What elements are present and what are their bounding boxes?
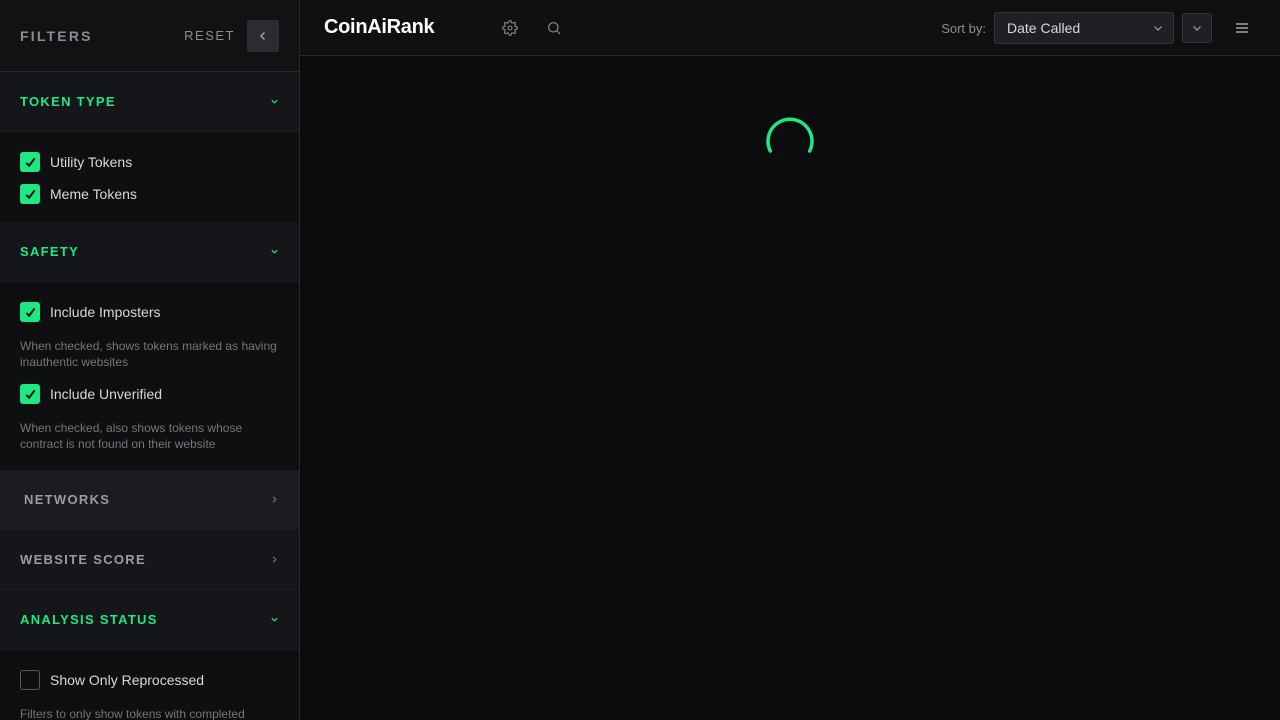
checkbox[interactable] — [20, 670, 40, 690]
section-token-type-body: Utility Tokens Meme Tokens — [0, 132, 299, 222]
chevron-down-icon — [271, 99, 278, 104]
section-networks-label: NETWORKS — [24, 492, 111, 507]
section-safety-body: Include Imposters When checked, shows to… — [0, 282, 299, 470]
sort-select[interactable]: Date Called — [994, 12, 1174, 44]
section-analysis-status-label: ANALYSIS STATUS — [20, 612, 158, 627]
checkbox-label: Show Only Reprocessed — [50, 672, 205, 688]
checkbox-label: Utility Tokens — [50, 154, 133, 170]
reprocessed-hint: Filters to only show tokens with complet… — [20, 707, 245, 720]
section-token-type[interactable]: TOKEN TYPE — [0, 72, 299, 132]
check-icon — [25, 307, 35, 317]
chevron-left-icon — [260, 31, 265, 40]
sidebar-title: FILTERS — [20, 27, 93, 44]
chevron-down-icon — [1193, 26, 1201, 31]
sort-controls: Sort by: Date Called — [941, 12, 1212, 44]
sidebar-header: FILTERS RESET — [0, 0, 299, 72]
chevron-down-icon — [271, 249, 278, 254]
chevron-right-icon — [272, 496, 277, 503]
settings-button[interactable] — [496, 14, 524, 42]
menu-icon — [1236, 23, 1248, 33]
section-safety-label: SAFETY — [20, 244, 80, 259]
checkbox[interactable] — [20, 384, 40, 404]
chevron-down-icon — [271, 617, 278, 622]
sort-select-value: Date Called — [1007, 20, 1081, 36]
checkbox-show-only-reprocessed[interactable]: Show Only Reprocessed — [20, 670, 279, 690]
section-website-score[interactable]: WEBSITE SCORE — [0, 530, 299, 590]
top-bar: CoinAiRank Sort by: Date Called — [300, 0, 1280, 56]
checkbox-label: Meme Tokens — [50, 186, 137, 202]
collapse-sidebar-button[interactable] — [247, 19, 279, 52]
section-analysis-status[interactable]: ANALYSIS STATUS — [0, 590, 299, 650]
brand-logo[interactable]: CoinAiRank — [324, 16, 496, 39]
check-icon — [25, 389, 35, 399]
sort-label: Sort by: — [941, 20, 986, 36]
section-analysis-status-body: Show Only Reprocessed Filters to only sh… — [0, 650, 299, 720]
search-button[interactable] — [540, 14, 568, 42]
checkbox-include-unverified[interactable]: Include Unverified — [20, 384, 279, 404]
checkbox[interactable] — [20, 184, 40, 204]
checkbox[interactable] — [20, 302, 40, 322]
checkbox-label: Include Unverified — [50, 386, 163, 402]
reset-button[interactable]: RESET — [184, 28, 235, 43]
filters-sidebar: FILTERS RESET TOKEN TYPE Utility Tokens … — [0, 0, 300, 720]
unverified-hint: When checked, also shows tokens whose co… — [20, 421, 243, 451]
checkbox-include-imposters[interactable]: Include Imposters — [20, 302, 279, 322]
check-icon — [25, 157, 35, 167]
checkbox-meme-tokens[interactable]: Meme Tokens — [20, 184, 279, 204]
check-icon — [25, 189, 35, 199]
chevron-down-icon — [1154, 26, 1162, 31]
checkbox-label: Include Imposters — [50, 304, 161, 320]
chevron-right-icon — [272, 556, 277, 563]
checkbox[interactable] — [20, 152, 40, 172]
section-safety[interactable]: SAFETY — [0, 222, 299, 282]
section-networks[interactable]: NETWORKS — [0, 470, 299, 530]
menu-button[interactable] — [1230, 14, 1254, 42]
section-token-type-label: TOKEN TYPE — [20, 94, 116, 109]
gear-icon — [502, 19, 518, 36]
section-website-score-label: WEBSITE SCORE — [20, 552, 146, 567]
loading-spinner — [766, 117, 814, 153]
sort-direction-button[interactable] — [1182, 13, 1212, 43]
imposters-hint: When checked, shows tokens marked as hav… — [20, 339, 277, 369]
checkbox-utility-tokens[interactable]: Utility Tokens — [20, 152, 279, 172]
search-icon — [548, 21, 561, 34]
